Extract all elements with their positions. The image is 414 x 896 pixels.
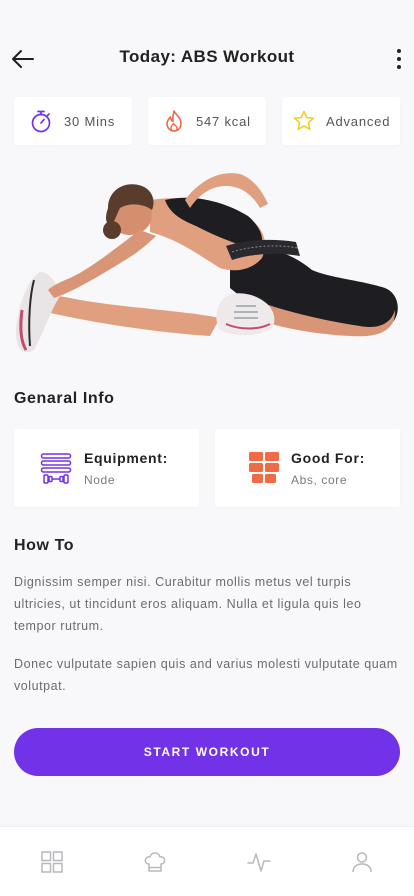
tab-profile[interactable] (332, 832, 392, 892)
equipment-value: Node (84, 473, 116, 487)
equipment-icon (40, 453, 72, 484)
arrow-left-icon (12, 50, 34, 68)
how-to-paragraph-1: Dignissim semper nisi. Curabitur mollis … (14, 575, 362, 633)
chef-hat-icon (144, 851, 166, 872)
tab-dashboard[interactable] (22, 832, 82, 892)
stat-duration: 30 Mins (14, 97, 132, 145)
hero-figure (16, 173, 398, 353)
stats-row: 30 Mins 547 kcal Advanced (14, 97, 400, 145)
star-icon (293, 110, 315, 131)
general-info-row: Equipment: Node Good For: Abs, core (14, 429, 400, 507)
stat-level: Advanced (282, 97, 400, 145)
bottom-tab-bar (0, 826, 414, 896)
stopwatch-icon (31, 110, 51, 133)
equipment-label: Equipment: (84, 450, 168, 466)
more-dot-icon (397, 49, 401, 53)
stat-level-value: Advanced (326, 113, 391, 129)
tab-nutrition[interactable] (125, 832, 185, 892)
good-for-card: Good For: Abs, core (215, 429, 400, 507)
more-dot-icon (397, 65, 401, 69)
flame-icon (166, 110, 182, 132)
stat-calories-value: 547 kcal (196, 113, 251, 129)
muscle-grid-icon (249, 452, 279, 483)
profile-icon (352, 851, 372, 872)
hero-workout-image (16, 173, 398, 353)
stat-duration-value: 30 Mins (64, 113, 116, 129)
back-button[interactable] (10, 46, 36, 72)
grid-icon (41, 850, 63, 873)
how-to-title: How To (14, 537, 75, 554)
good-for-value: Abs, core (291, 473, 348, 487)
start-workout-button[interactable]: START WORKOUT (14, 728, 400, 776)
more-dot-icon (397, 57, 401, 61)
equipment-card: Equipment: Node (14, 429, 199, 507)
tab-activity[interactable] (229, 832, 289, 892)
stat-calories: 547 kcal (148, 97, 266, 145)
activity-icon (247, 852, 271, 872)
general-info-title: Genaral Info (14, 390, 115, 407)
page-title: Today: ABS Workout (119, 47, 295, 66)
how-to-paragraph-2: Donec vulputate sapien quis and varius m… (14, 657, 398, 693)
good-for-label: Good For: (291, 450, 365, 466)
more-options-button[interactable] (394, 46, 404, 72)
